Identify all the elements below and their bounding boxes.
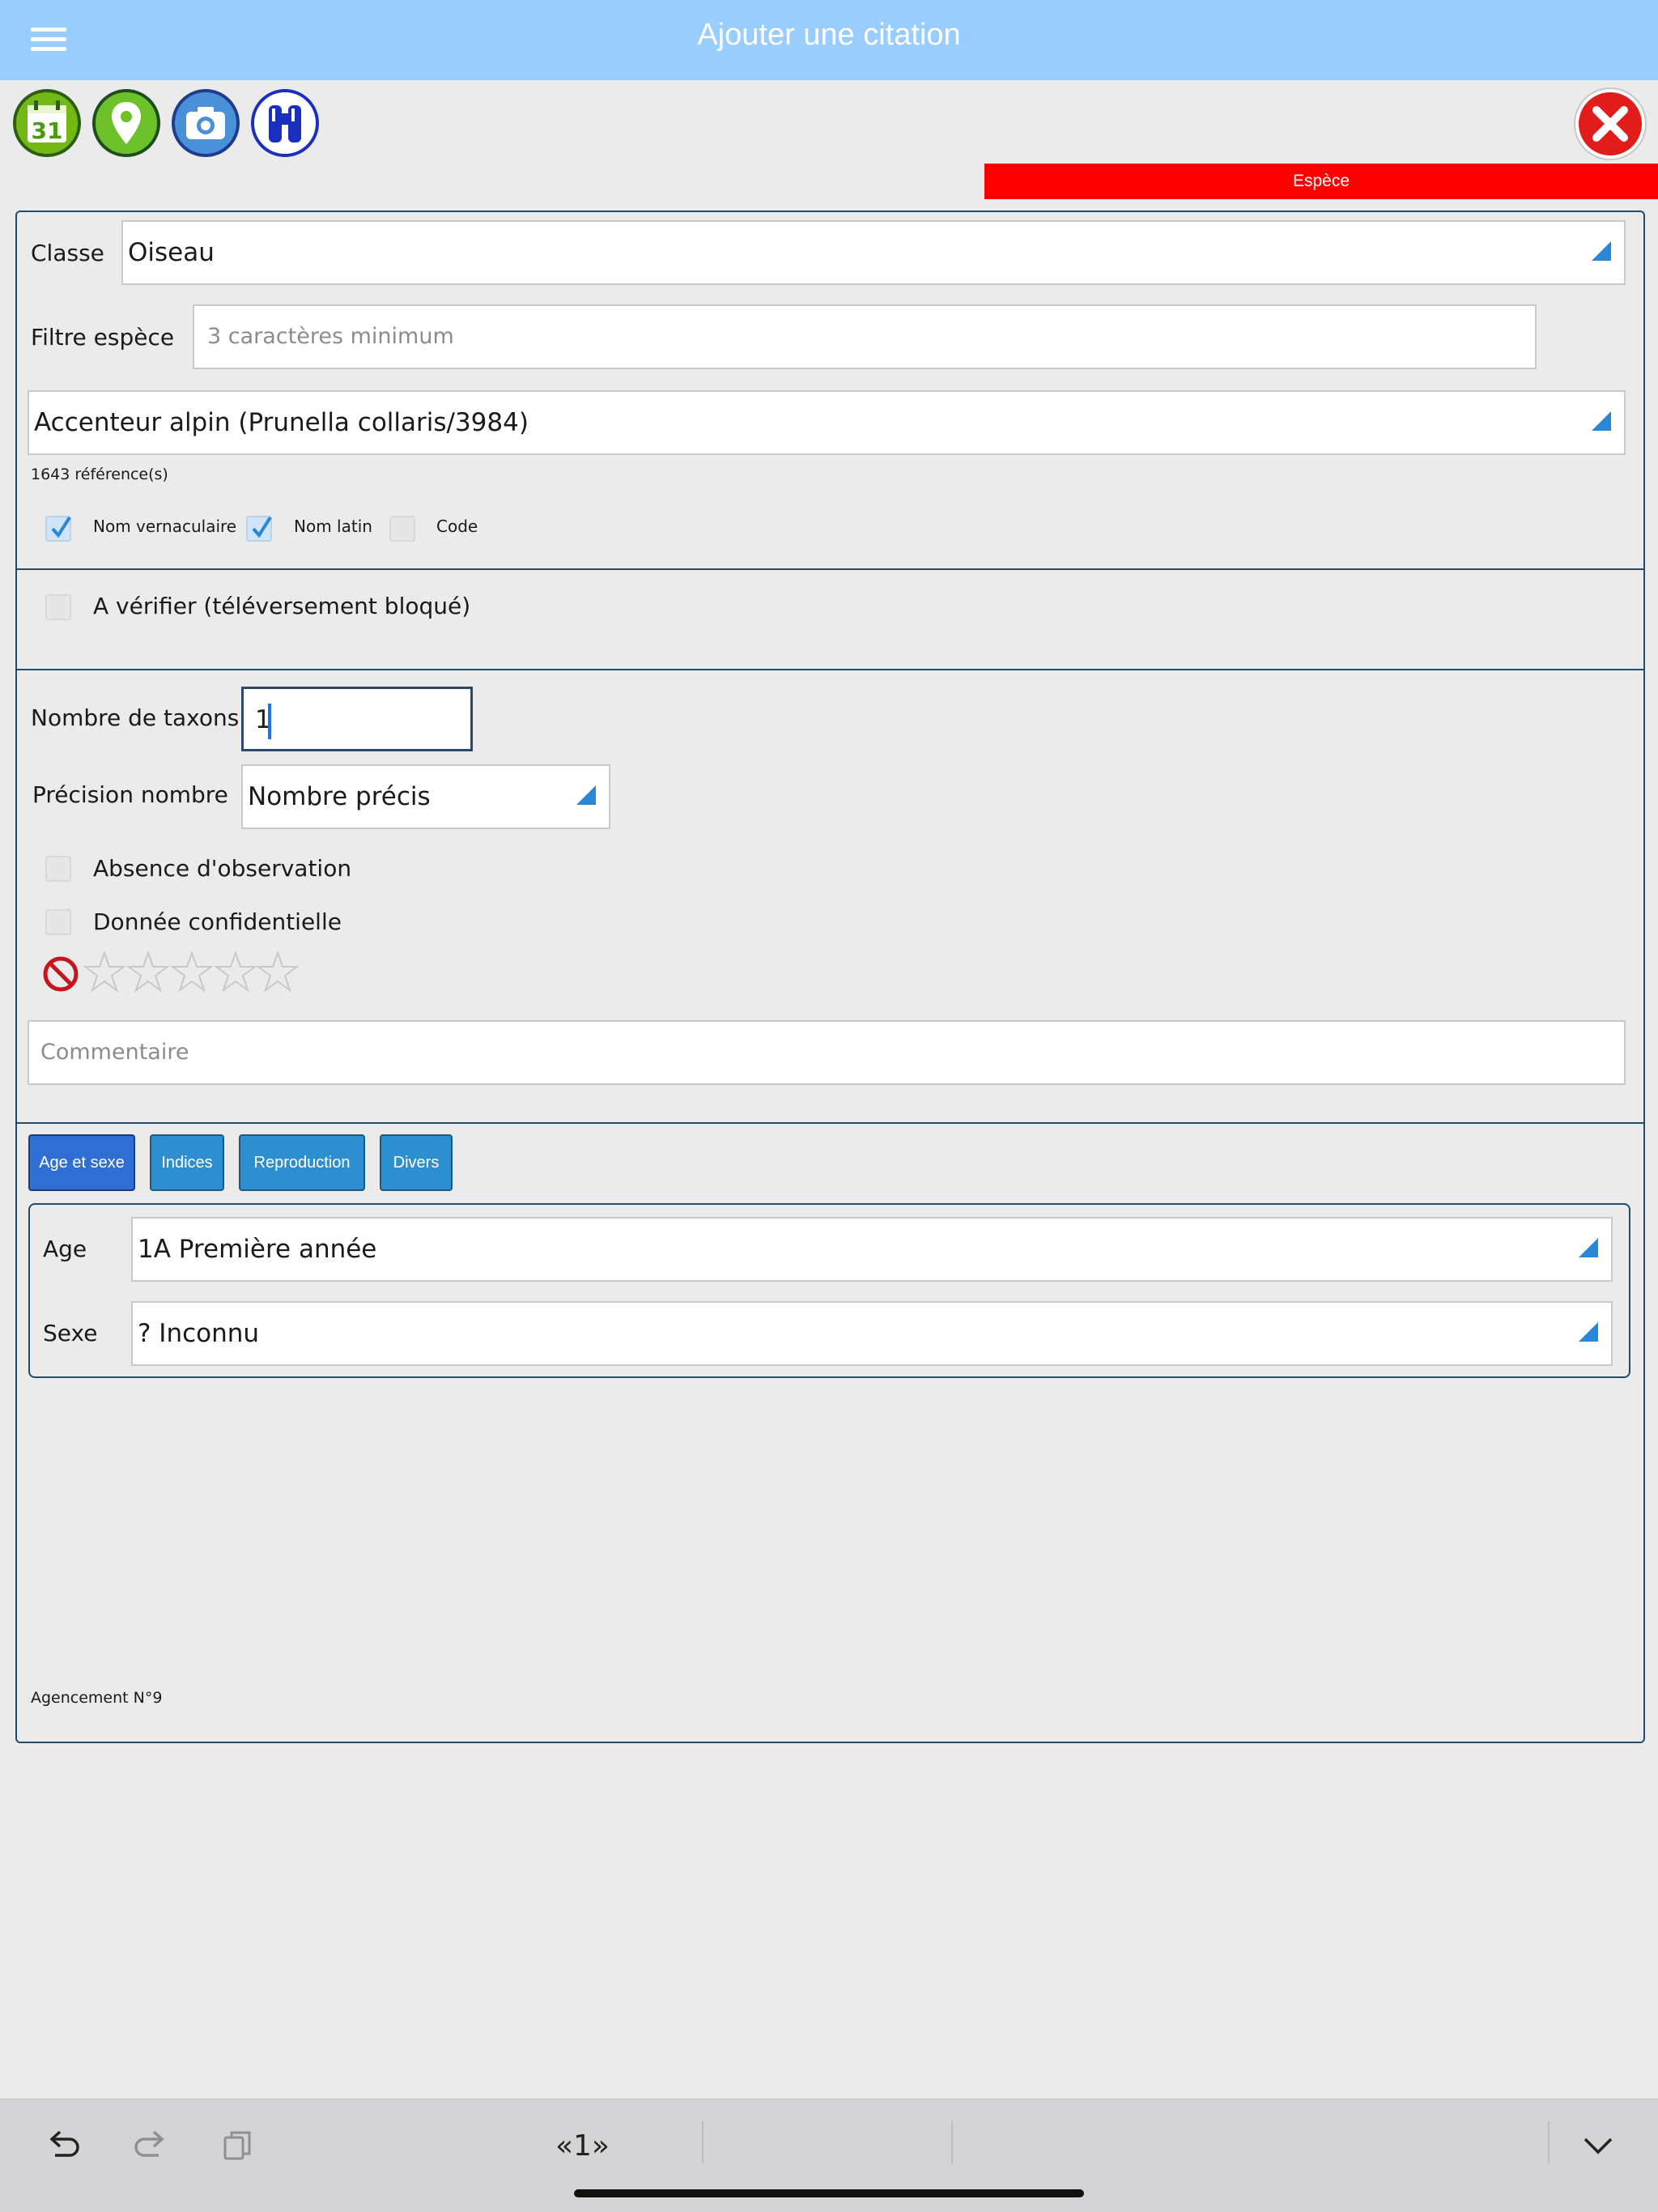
- precision-value: Nombre précis: [248, 782, 431, 811]
- classe-select[interactable]: Oiseau: [121, 220, 1626, 285]
- calendar-day: 31: [32, 117, 63, 144]
- species-select[interactable]: Accenteur alpin (Prunella collaris/3984): [28, 390, 1626, 455]
- checkbox-nom-vernaculaire[interactable]: [45, 516, 71, 542]
- sex-value: ? Inconnu: [138, 1319, 260, 1348]
- checkbox-nom-latin[interactable]: [246, 516, 272, 542]
- redo-icon[interactable]: [131, 2126, 170, 2165]
- checkbox-donnee-confidentielle[interactable]: [45, 909, 71, 935]
- dropdown-arrow-icon: [1592, 241, 1611, 261]
- comment-placeholder: Commentaire: [40, 1040, 189, 1065]
- checkbox-absence-observation[interactable]: [45, 856, 71, 882]
- dropdown-arrow-icon: [576, 785, 596, 805]
- age-select[interactable]: 1A Première année: [131, 1217, 1613, 1282]
- verify-label: A vérifier (téléversement bloqué): [93, 593, 471, 619]
- rating-star-icon[interactable]: [214, 951, 257, 994]
- layout-note: Agencement N°9: [31, 1689, 163, 1707]
- rating-star-icon[interactable]: [83, 951, 126, 994]
- filter-label: Filtre espèce: [31, 324, 175, 351]
- chevron-down-icon[interactable]: [1579, 2126, 1618, 2165]
- taxa-count-input[interactable]: 1: [241, 687, 473, 751]
- clipboard-icon[interactable]: [219, 2126, 257, 2165]
- rating-star-icon[interactable]: [170, 951, 214, 994]
- species-filter-input[interactable]: 3 caractères minimum: [193, 304, 1537, 369]
- clear-rating-icon[interactable]: [42, 955, 79, 993]
- checkbox-a-verifier[interactable]: [45, 594, 71, 620]
- section-banner-espece: Espèce: [984, 164, 1658, 199]
- dropdown-arrow-icon: [1579, 1322, 1598, 1342]
- dropdown-arrow-icon: [1579, 1238, 1598, 1257]
- divider: [15, 669, 1645, 670]
- bar-separator: [1548, 2121, 1550, 2163]
- checkbox-code[interactable]: [389, 516, 415, 542]
- location-pin-icon[interactable]: [92, 89, 160, 157]
- option-label-vernacular: Nom vernaculaire: [93, 517, 237, 536]
- precision-label: Précision nombre: [32, 781, 228, 808]
- tab-indices[interactable]: Indices: [150, 1134, 224, 1191]
- divider: [15, 568, 1645, 570]
- age-value: 1A Première année: [138, 1235, 377, 1264]
- close-icon[interactable]: [1575, 89, 1645, 159]
- binoculars-icon[interactable]: [251, 89, 319, 157]
- taxa-count-label: Nombre de taxons: [31, 704, 240, 731]
- absence-label: Absence d'observation: [93, 855, 352, 882]
- precision-select[interactable]: Nombre précis: [241, 764, 610, 829]
- calendar-icon[interactable]: 31: [13, 89, 81, 157]
- filter-placeholder: 3 caractères minimum: [207, 324, 454, 349]
- classe-value: Oiseau: [128, 238, 215, 267]
- tab-reproduction[interactable]: Reproduction: [239, 1134, 365, 1191]
- confidential-label: Donnée confidentielle: [93, 908, 342, 935]
- tab-divers[interactable]: Divers: [380, 1134, 453, 1191]
- home-indicator: [574, 2189, 1084, 2197]
- bar-separator: [951, 2121, 953, 2163]
- species-value: Accenteur alpin (Prunella collaris/3984): [34, 408, 529, 437]
- tab-age-et-sexe[interactable]: Age et sexe: [28, 1134, 135, 1191]
- undo-icon[interactable]: [44, 2126, 83, 2165]
- text-cursor: [268, 704, 271, 739]
- sex-label: Sexe: [43, 1320, 98, 1346]
- bar-separator: [702, 2121, 704, 2163]
- page-title: Ajouter une citation: [697, 18, 961, 52]
- divider: [15, 1122, 1645, 1124]
- sex-select[interactable]: ? Inconnu: [131, 1301, 1613, 1366]
- age-label: Age: [43, 1236, 87, 1262]
- option-label-code: Code: [436, 517, 478, 536]
- comment-input[interactable]: Commentaire: [28, 1020, 1626, 1085]
- references-count: 1643 référence(s): [31, 466, 168, 483]
- top-bar: Ajouter une citation: [0, 0, 1658, 80]
- option-label-latin: Nom latin: [294, 517, 372, 536]
- dropdown-arrow-icon: [1592, 411, 1611, 431]
- rating-star-icon[interactable]: [126, 951, 170, 994]
- rating-star-icon[interactable]: [256, 951, 300, 994]
- page-indicator[interactable]: «1»: [555, 2129, 610, 2163]
- camera-icon[interactable]: [172, 89, 240, 157]
- classe-label: Classe: [31, 240, 104, 266]
